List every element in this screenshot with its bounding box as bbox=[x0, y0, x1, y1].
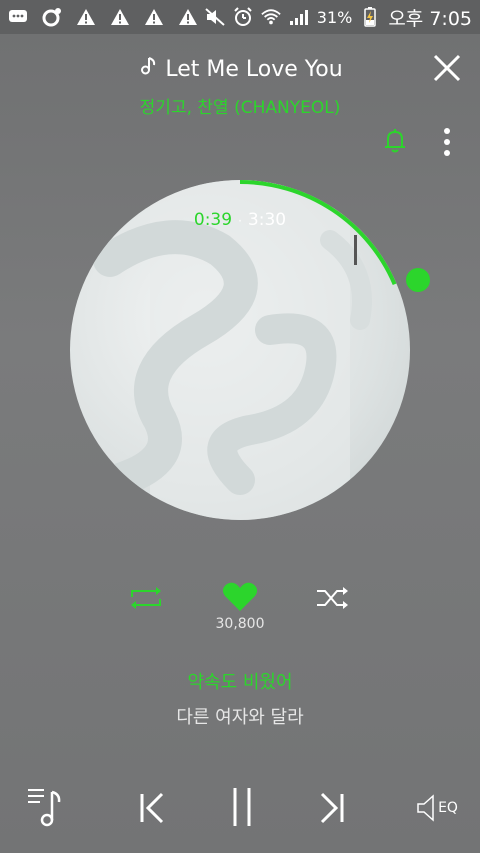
shuffle-button[interactable] bbox=[315, 584, 351, 612]
song-title-row: Let Me Love You bbox=[0, 55, 480, 83]
close-button[interactable] bbox=[432, 53, 462, 83]
battery-percent: 31% bbox=[316, 7, 353, 27]
shuffle-icon bbox=[317, 587, 348, 609]
more-options-button[interactable] bbox=[440, 127, 454, 157]
wifi-icon bbox=[261, 7, 281, 27]
music-app-icon bbox=[42, 7, 62, 27]
like-count: 30,800 bbox=[215, 616, 265, 632]
signal-icon bbox=[289, 7, 309, 27]
speaker-icon bbox=[417, 794, 434, 822]
like-button[interactable] bbox=[222, 581, 258, 613]
pause-button[interactable] bbox=[228, 784, 256, 830]
next-icon bbox=[320, 792, 344, 824]
message-icon bbox=[8, 7, 28, 27]
progress-ring[interactable] bbox=[70, 180, 410, 520]
battery-charging-icon bbox=[360, 7, 380, 27]
warning-icon bbox=[110, 7, 130, 27]
album-art-container[interactable] bbox=[70, 180, 410, 520]
lyric-next[interactable]: 다른 여자와 달라 bbox=[0, 703, 480, 729]
playlist-icon bbox=[28, 789, 61, 827]
total-time: 3:30 bbox=[247, 210, 287, 230]
equalizer-button[interactable]: EQ bbox=[414, 790, 460, 826]
time-separator: · bbox=[238, 214, 242, 228]
bell-icon[interactable] bbox=[383, 128, 407, 154]
eq-label: EQ bbox=[438, 800, 458, 816]
warning-icon bbox=[178, 7, 198, 27]
artist-name[interactable]: 정기고, 찬열 (CHANYEOL) bbox=[0, 93, 480, 118]
more-vertical-icon bbox=[444, 128, 450, 156]
progress-knob[interactable] bbox=[406, 268, 430, 292]
heart-icon bbox=[222, 582, 258, 611]
time-display: 0:39 · 3:30 bbox=[0, 210, 480, 230]
current-time: 0:39 bbox=[193, 210, 233, 230]
song-title[interactable]: Let Me Love You bbox=[165, 57, 342, 82]
close-icon bbox=[433, 54, 461, 82]
music-note-icon bbox=[137, 55, 159, 83]
playlist-button[interactable] bbox=[26, 784, 68, 830]
previous-icon bbox=[140, 792, 164, 824]
warning-icon bbox=[76, 7, 96, 27]
repeat-button[interactable] bbox=[128, 584, 164, 612]
clock: 오후 7:05 bbox=[388, 7, 472, 30]
bottom-controls: EQ bbox=[0, 784, 480, 832]
lyric-current[interactable]: 약속도 비웠어 bbox=[0, 668, 480, 694]
status-bar: 31% 오후 7:05 bbox=[0, 0, 480, 34]
repeat-icon bbox=[131, 587, 161, 609]
alarm-icon bbox=[233, 7, 253, 27]
next-button[interactable] bbox=[314, 788, 348, 828]
previous-button[interactable] bbox=[136, 788, 170, 828]
warning-icon bbox=[144, 7, 164, 27]
mute-icon bbox=[205, 7, 225, 27]
pause-icon bbox=[233, 788, 251, 826]
